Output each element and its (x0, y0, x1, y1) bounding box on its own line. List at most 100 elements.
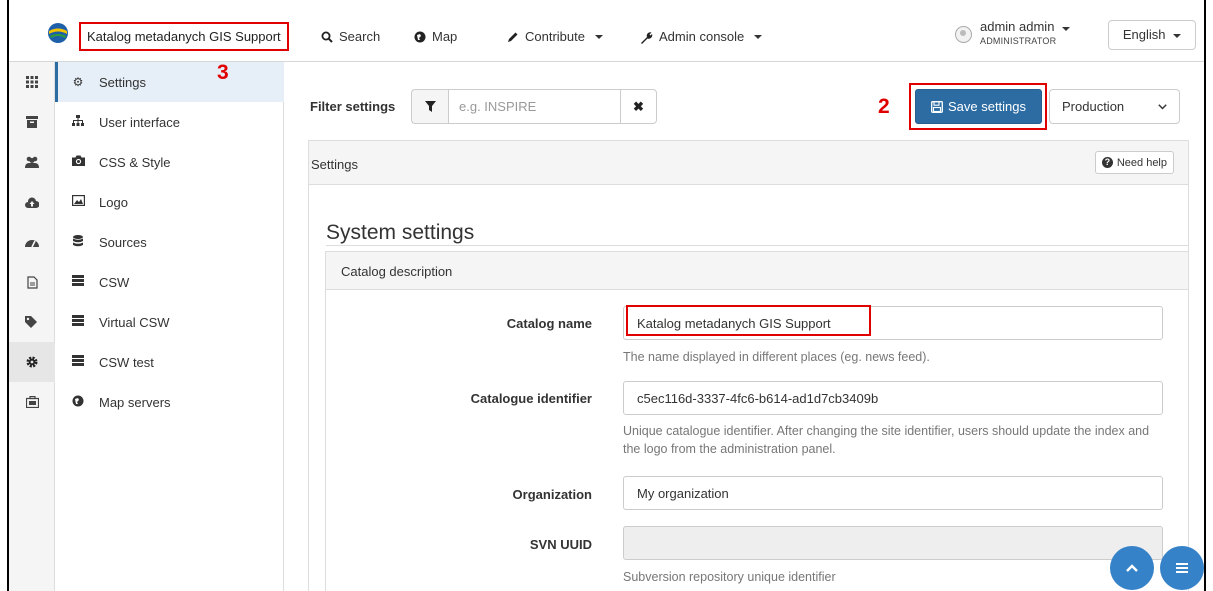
database-icon (71, 234, 85, 250)
nav-admin-console[interactable]: Admin console (640, 28, 763, 46)
sidebar-item-csw-test[interactable]: CSW test (55, 342, 284, 382)
server-icon (71, 315, 85, 329)
catalog-name-input[interactable] (623, 306, 1163, 340)
tags-icon (25, 316, 37, 328)
rail-tools[interactable] (9, 382, 55, 422)
svn-uuid-input (623, 526, 1163, 560)
sidebar-item-map-servers[interactable]: Map servers (55, 382, 284, 422)
sidebar-item-label: CSW test (99, 354, 154, 370)
gear-icon (26, 356, 38, 368)
sidebar-item-virtual-csw[interactable]: Virtual CSW (55, 302, 284, 342)
sidebar-item-label: User interface (99, 114, 180, 130)
sidebar-item-user-interface[interactable]: User interface (55, 102, 284, 142)
filter-settings-input[interactable] (448, 89, 621, 124)
language-dropdown[interactable]: English (1108, 20, 1196, 50)
rail-statistics[interactable] (9, 222, 55, 262)
organization-input[interactable] (623, 476, 1163, 510)
rail-dashboard-grid[interactable] (9, 62, 55, 102)
server-icon (71, 275, 85, 289)
caret-down-icon (1062, 27, 1071, 31)
top-navbar: Katalog metadanych GIS Support Search Ma… (9, 0, 1204, 62)
settings-sidebar: ⚙ Settings User interface CSS & Style Lo… (55, 62, 284, 591)
sidebar-item-csw[interactable]: CSW (55, 262, 284, 302)
question-circle-icon: ? (1101, 157, 1113, 168)
environment-value: Production (1062, 99, 1125, 114)
sidebar-item-label: Map servers (99, 394, 171, 410)
hamburger-menu-icon (1176, 563, 1188, 573)
rail-metadata[interactable] (9, 102, 55, 142)
organization-label: Organization (512, 487, 592, 502)
settings-panel-title: Settings (311, 157, 358, 172)
sidebar-item-label: Settings (99, 74, 146, 90)
sidebar-item-css-style[interactable]: CSS & Style (55, 142, 284, 182)
need-help-label: Need help (1116, 156, 1167, 169)
catalogue-identifier-input[interactable] (623, 381, 1163, 415)
nav-search-label: Search (339, 29, 381, 44)
camera-icon (71, 155, 85, 169)
catalogue-identifier-label: Catalogue identifier (470, 391, 592, 406)
wrench-icon (641, 31, 653, 44)
sidebar-item-settings[interactable]: ⚙ Settings (55, 62, 284, 102)
catalogue-identifier-help: Unique catalogue identifier. After chang… (623, 424, 1150, 456)
dashboard-icon (25, 239, 39, 247)
filter-settings-group: ✖ (411, 89, 657, 124)
rail-users[interactable] (9, 142, 55, 182)
tools-icon (25, 396, 39, 408)
nav-map-label: Map (432, 29, 458, 44)
rail-reports[interactable] (9, 262, 55, 302)
svn-uuid-help: Subversion repository unique identifier (623, 570, 836, 584)
globe-icon (414, 31, 426, 43)
grid-icon (26, 76, 38, 88)
annotation-two: 2 (878, 95, 890, 118)
catalog-name-label: Catalog name (506, 316, 592, 331)
sidebar-item-logo[interactable]: Logo (55, 182, 284, 222)
catalog-description-title: Catalog description (341, 264, 453, 279)
nav-map[interactable]: Map (414, 28, 457, 46)
close-icon: ✖ (633, 98, 644, 114)
rail-classification[interactable] (9, 302, 55, 342)
frame-right-border (1204, 0, 1206, 591)
nav-contribute[interactable]: Contribute (507, 28, 603, 46)
caret-down-icon (594, 35, 603, 39)
need-help-button[interactable]: ? Need help (1094, 151, 1174, 174)
catalog-brand-title[interactable]: Katalog metadanych GIS Support (79, 22, 289, 51)
cloud-upload-icon (25, 197, 39, 208)
app-logo-icon[interactable] (47, 22, 69, 44)
user-name: admin admin (980, 19, 1055, 34)
save-settings-highlight: Save settings (909, 83, 1047, 130)
user-text: admin admin ADMINISTRATOR (980, 20, 1056, 48)
scroll-to-top-button[interactable] (1110, 546, 1154, 590)
filter-settings-label: Filter settings (310, 99, 396, 114)
admin-icon-rail (9, 62, 55, 591)
archive-icon (26, 116, 38, 128)
sidebar-item-label: Sources (99, 234, 147, 250)
users-icon (25, 156, 39, 168)
catalog-description-header: Catalog description (326, 252, 1188, 290)
filter-icon (411, 89, 448, 124)
clear-filter-button[interactable]: ✖ (621, 89, 657, 124)
chevron-up-icon (1126, 564, 1138, 572)
user-avatar-icon (955, 25, 972, 43)
user-menu[interactable]: admin admin ADMINISTRATOR (955, 14, 1071, 54)
catalog-name-help: The name displayed in different places (… (623, 350, 930, 364)
menu-toggle-button[interactable] (1160, 546, 1204, 590)
nav-admin-console-label: Admin console (659, 29, 745, 44)
rail-settings[interactable] (9, 342, 55, 382)
sidebar-item-label: Logo (99, 194, 128, 210)
server-icon (71, 355, 85, 369)
caret-down-icon (754, 35, 763, 39)
rail-harvesting[interactable] (9, 182, 55, 222)
system-settings-heading: System settings (326, 221, 475, 244)
cogs-icon: ⚙ (72, 75, 84, 89)
environment-select[interactable]: Production (1049, 89, 1180, 124)
sidebar-item-label: Virtual CSW (99, 314, 170, 330)
file-icon (26, 275, 38, 289)
sidebar-item-sources[interactable]: Sources (55, 222, 284, 262)
section-divider (326, 245, 1188, 246)
user-role: ADMINISTRATOR (980, 36, 1057, 46)
sidebar-item-label: CSW (99, 274, 130, 290)
nav-search[interactable]: Search (321, 28, 380, 46)
save-settings-button[interactable]: Save settings (915, 89, 1042, 124)
settings-panel-header: Settings ? Need help (309, 141, 1188, 185)
language-label: English (1122, 27, 1166, 42)
